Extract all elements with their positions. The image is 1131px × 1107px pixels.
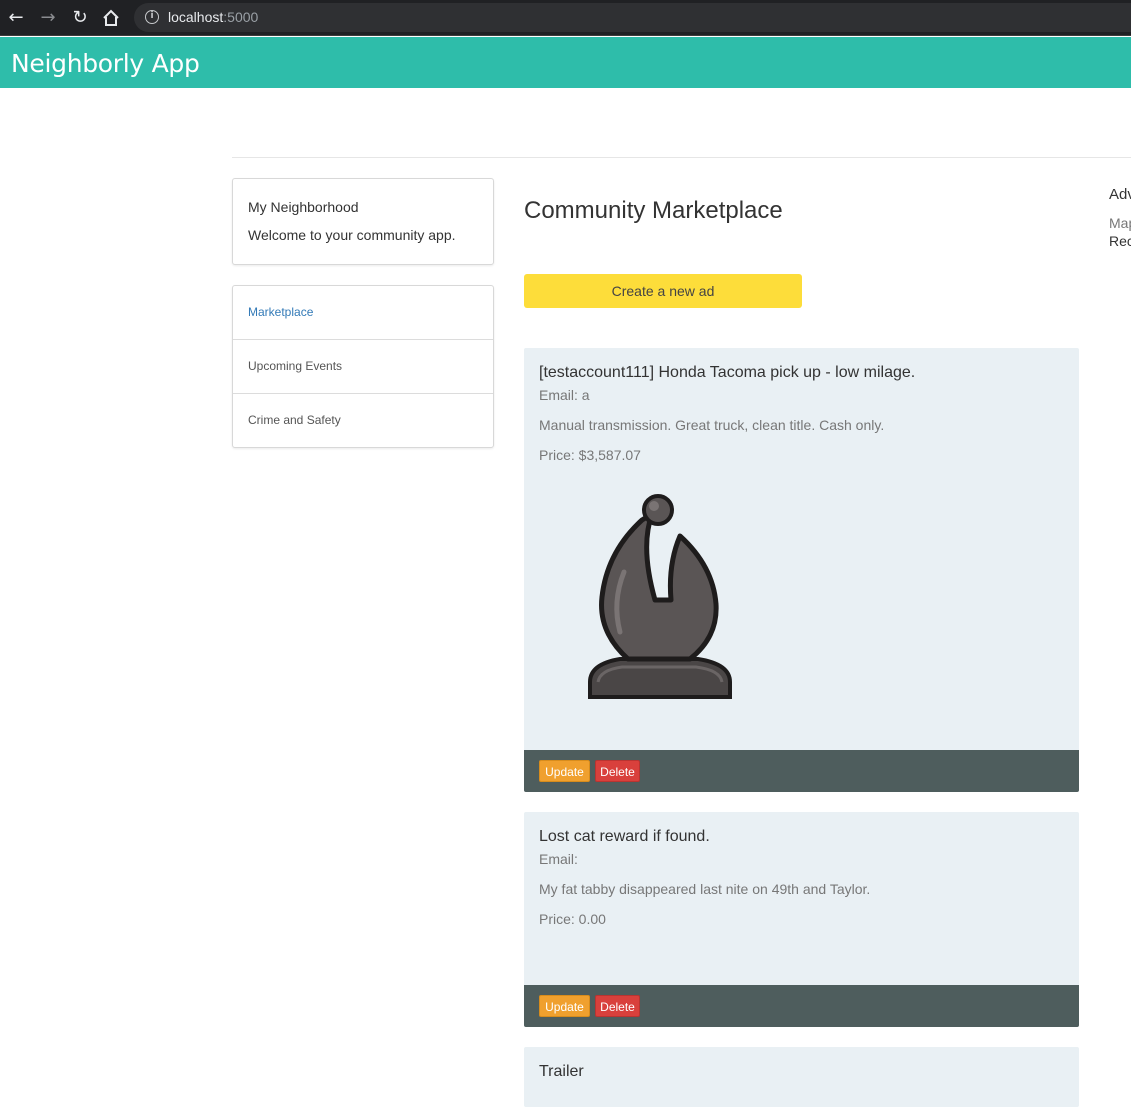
ad-title: Trailer (539, 1063, 584, 1080)
ad-description: My fat tabby disappeared last nite on 49… (539, 881, 871, 897)
ad-email: Email: a (539, 387, 590, 403)
info-icon[interactable]: i (145, 10, 159, 24)
forward-arrow-icon[interactable]: → (37, 7, 59, 29)
right-sidebar: Adv Map Rec (1109, 186, 1131, 249)
neighborhood-title: My Neighborhood (248, 199, 359, 215)
url-text: localhost:5000 (168, 9, 259, 25)
ad-card: Trailer (524, 1047, 1079, 1107)
update-button[interactable]: Update (539, 760, 590, 782)
menu-item-label: Marketplace (248, 305, 314, 319)
menu-item-upcoming-events[interactable]: Upcoming Events (233, 340, 493, 394)
ad-price: Price: 0.00 (539, 911, 606, 927)
menu-item-marketplace[interactable]: Marketplace (233, 286, 493, 340)
address-bar[interactable]: i localhost:5000 (134, 3, 1131, 32)
back-arrow-icon[interactable]: ← (5, 7, 27, 29)
menu-item-label: Crime and Safety (248, 413, 341, 427)
reload-icon[interactable]: ↻ (69, 7, 91, 29)
browser-toolbar: ← → ↻ i localhost:5000 (0, 0, 1131, 36)
app-header: Neighborly App (0, 37, 1131, 88)
right-sidebar-map: Map (1109, 215, 1131, 231)
ad-actions: Update Delete (524, 750, 1079, 792)
nav-menu: Marketplace Upcoming Events Crime and Sa… (232, 285, 494, 448)
neighborhood-welcome: Welcome to your community app. (248, 227, 456, 243)
ad-title: [testaccount111] Honda Tacoma pick up - … (539, 364, 916, 381)
home-icon[interactable] (100, 7, 122, 29)
menu-item-crime-and-safety[interactable]: Crime and Safety (233, 394, 493, 448)
delete-button[interactable]: Delete (595, 995, 640, 1017)
ad-description: Manual transmission. Great truck, clean … (539, 417, 885, 433)
update-button[interactable]: Update (539, 995, 590, 1017)
page-title: Community Marketplace (524, 197, 783, 224)
delete-button[interactable]: Delete (595, 760, 640, 782)
chess-bishop-icon (580, 492, 740, 706)
ad-email: Email: (539, 851, 578, 867)
ad-actions: Update Delete (524, 985, 1079, 1027)
app-brand[interactable]: Neighborly App (11, 49, 200, 78)
right-sidebar-heading: Adv (1109, 186, 1131, 203)
ad-card: Lost cat reward if found. Email: My fat … (524, 812, 1079, 1027)
neighborhood-card: My Neighborhood Welcome to your communit… (232, 178, 494, 265)
right-sidebar-rec: Rec (1109, 233, 1131, 249)
ad-title: Lost cat reward if found. (539, 828, 710, 845)
ad-price: Price: $3,587.07 (539, 447, 641, 463)
divider (232, 157, 1131, 158)
ad-card: [testaccount111] Honda Tacoma pick up - … (524, 348, 1079, 792)
menu-item-label: Upcoming Events (248, 359, 343, 373)
create-ad-button[interactable]: Create a new ad (524, 274, 802, 308)
